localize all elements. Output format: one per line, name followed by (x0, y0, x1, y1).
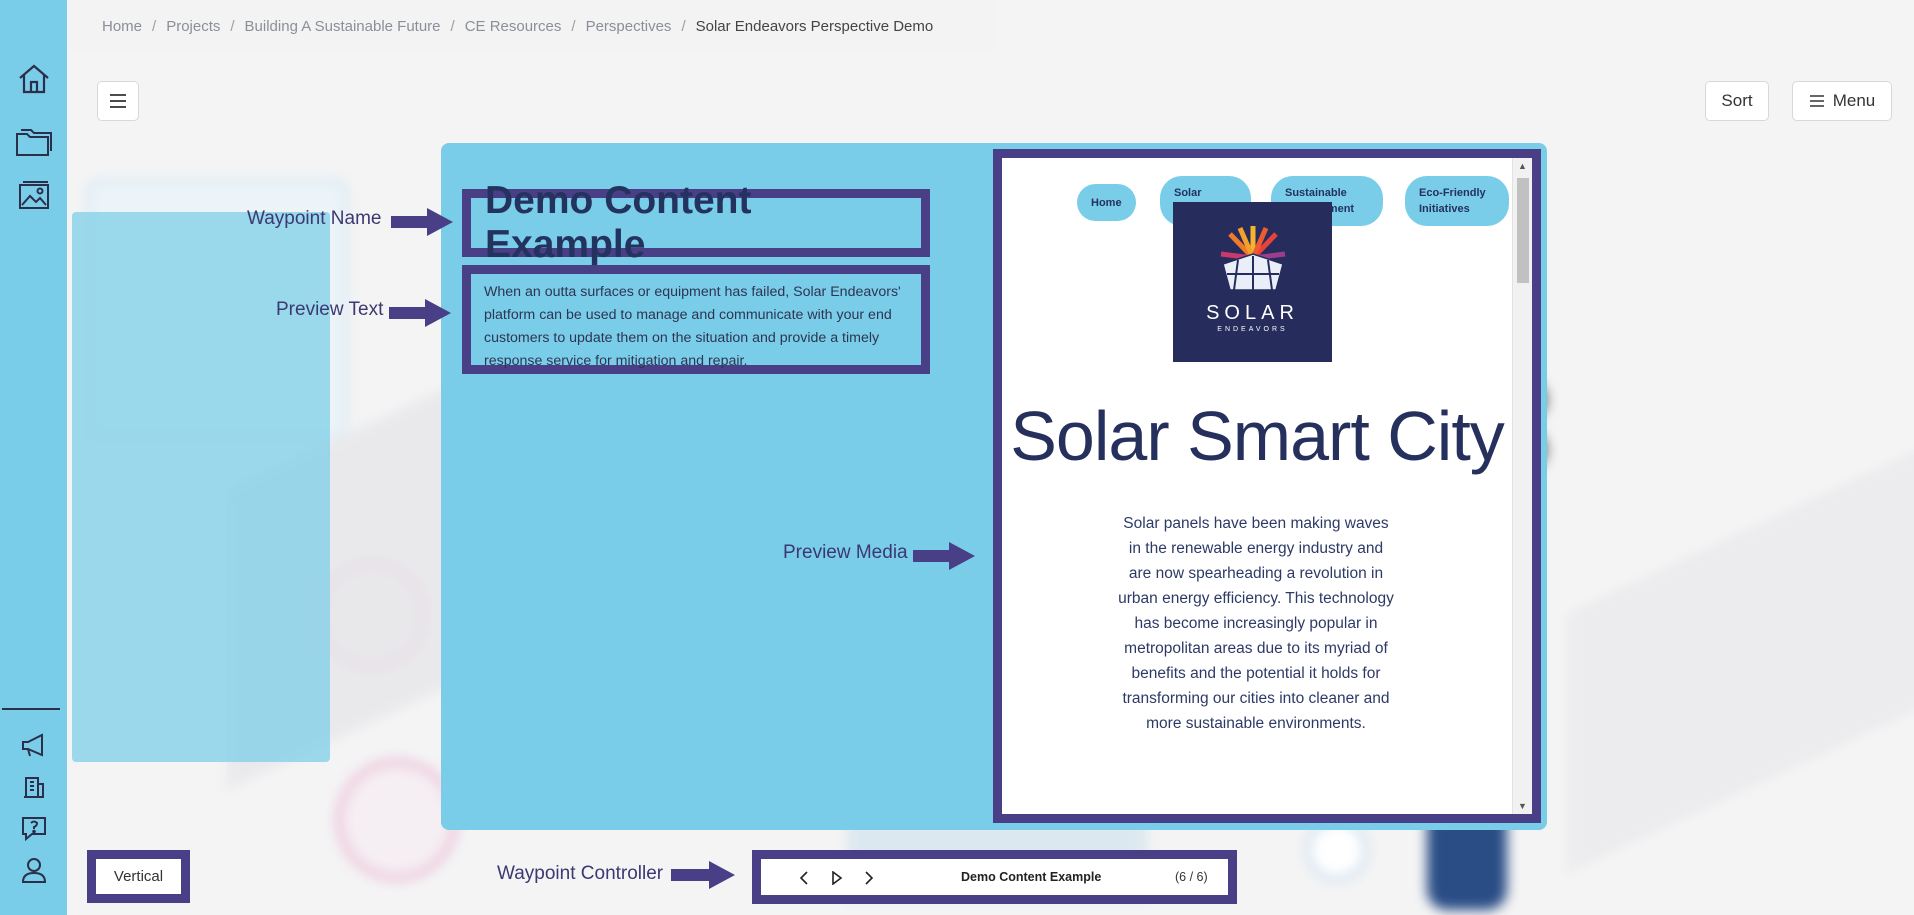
play-icon (832, 871, 843, 885)
menu-icon (1809, 95, 1824, 107)
waypoint-controller: Demo Content Example (6 / 6) (752, 850, 1237, 904)
breadcrumb-resources[interactable]: CE Resources (465, 18, 562, 35)
breadcrumb-current: Solar Endeavors Perspective Demo (695, 17, 934, 35)
media-page: Home Solar Integration Sustainable Devel… (1002, 158, 1512, 814)
sidebar-divider (2, 708, 60, 710)
label-preview-text: Preview Text (276, 299, 384, 320)
arrow-preview-media-icon (913, 542, 975, 570)
play-button[interactable] (826, 867, 848, 889)
building-icon[interactable] (14, 767, 54, 807)
breadcrumb-project[interactable]: Building A Sustainable Future (245, 18, 441, 35)
scroll-thumb[interactable] (1517, 178, 1529, 283)
sun-icon (1220, 226, 1286, 291)
menu-button[interactable]: Menu (1792, 81, 1892, 121)
controller-count: (6 / 6) (1175, 870, 1208, 884)
breadcrumb-home[interactable]: Home (102, 18, 142, 35)
folder-icon[interactable] (14, 122, 54, 162)
hamburger-button[interactable] (97, 81, 139, 121)
left-sidebar (0, 0, 67, 915)
scroll-up-icon[interactable]: ▲ (1518, 161, 1527, 171)
breadcrumb: Home / Projects / Building A Sustainable… (67, 0, 994, 52)
media-body-text: Solar panels have been making waves in t… (1118, 515, 1394, 732)
arrow-waypoint-controller-icon (671, 861, 735, 889)
preview-media-frame[interactable]: Home Solar Integration Sustainable Devel… (993, 149, 1541, 823)
media-nav-home[interactable]: Home (1077, 184, 1136, 221)
waypoint-name-box: Demo Content Example (462, 179, 930, 266)
preview-text: When an outta surfaces or equipment has … (484, 284, 901, 369)
megaphone-icon[interactable] (14, 725, 54, 765)
solar-logo: SOLAR ENDEAVORS (1173, 202, 1332, 362)
preview-text-box: When an outta surfaces or equipment has … (462, 265, 930, 374)
waypoint-title: Demo Content Example (485, 179, 752, 266)
orientation-label: Vertical (113, 868, 164, 885)
arrow-waypoint-name-icon (391, 208, 453, 236)
help-icon[interactable] (14, 808, 54, 848)
breadcrumb-projects[interactable]: Projects (166, 18, 220, 35)
chevron-left-icon (799, 871, 808, 885)
next-waypoint-button[interactable] (858, 867, 880, 889)
user-icon[interactable] (14, 850, 54, 890)
scroll-down-icon[interactable]: ▼ (1518, 801, 1527, 811)
breadcrumb-perspectives[interactable]: Perspectives (586, 18, 672, 35)
chevron-right-icon (865, 871, 874, 885)
left-overlay-panel (72, 212, 330, 762)
arrow-preview-text-icon (389, 299, 451, 327)
logo-subtext: ENDEAVORS (1217, 326, 1288, 333)
sort-button[interactable]: Sort (1705, 81, 1769, 121)
logo-text: SOLAR (1206, 302, 1299, 324)
previous-waypoint-button[interactable] (794, 867, 816, 889)
label-waypoint-name: Waypoint Name (247, 208, 382, 229)
label-preview-media: Preview Media (783, 542, 908, 563)
sort-label: Sort (1721, 91, 1753, 110)
label-waypoint-controller: Waypoint Controller (497, 863, 664, 884)
media-heading: Solar Smart City (1010, 397, 1505, 475)
media-nav-eco[interactable]: Eco-Friendly Initiatives (1405, 176, 1509, 226)
home-icon[interactable] (14, 59, 54, 99)
menu-label: Menu (1832, 91, 1876, 110)
gallery-icon[interactable] (14, 175, 54, 215)
media-scrollbar[interactable]: ▲ ▼ (1512, 158, 1532, 814)
orientation-toggle[interactable]: Vertical (87, 850, 190, 903)
hamburger-icon (110, 94, 126, 108)
controller-title: Demo Content Example (961, 870, 1102, 884)
